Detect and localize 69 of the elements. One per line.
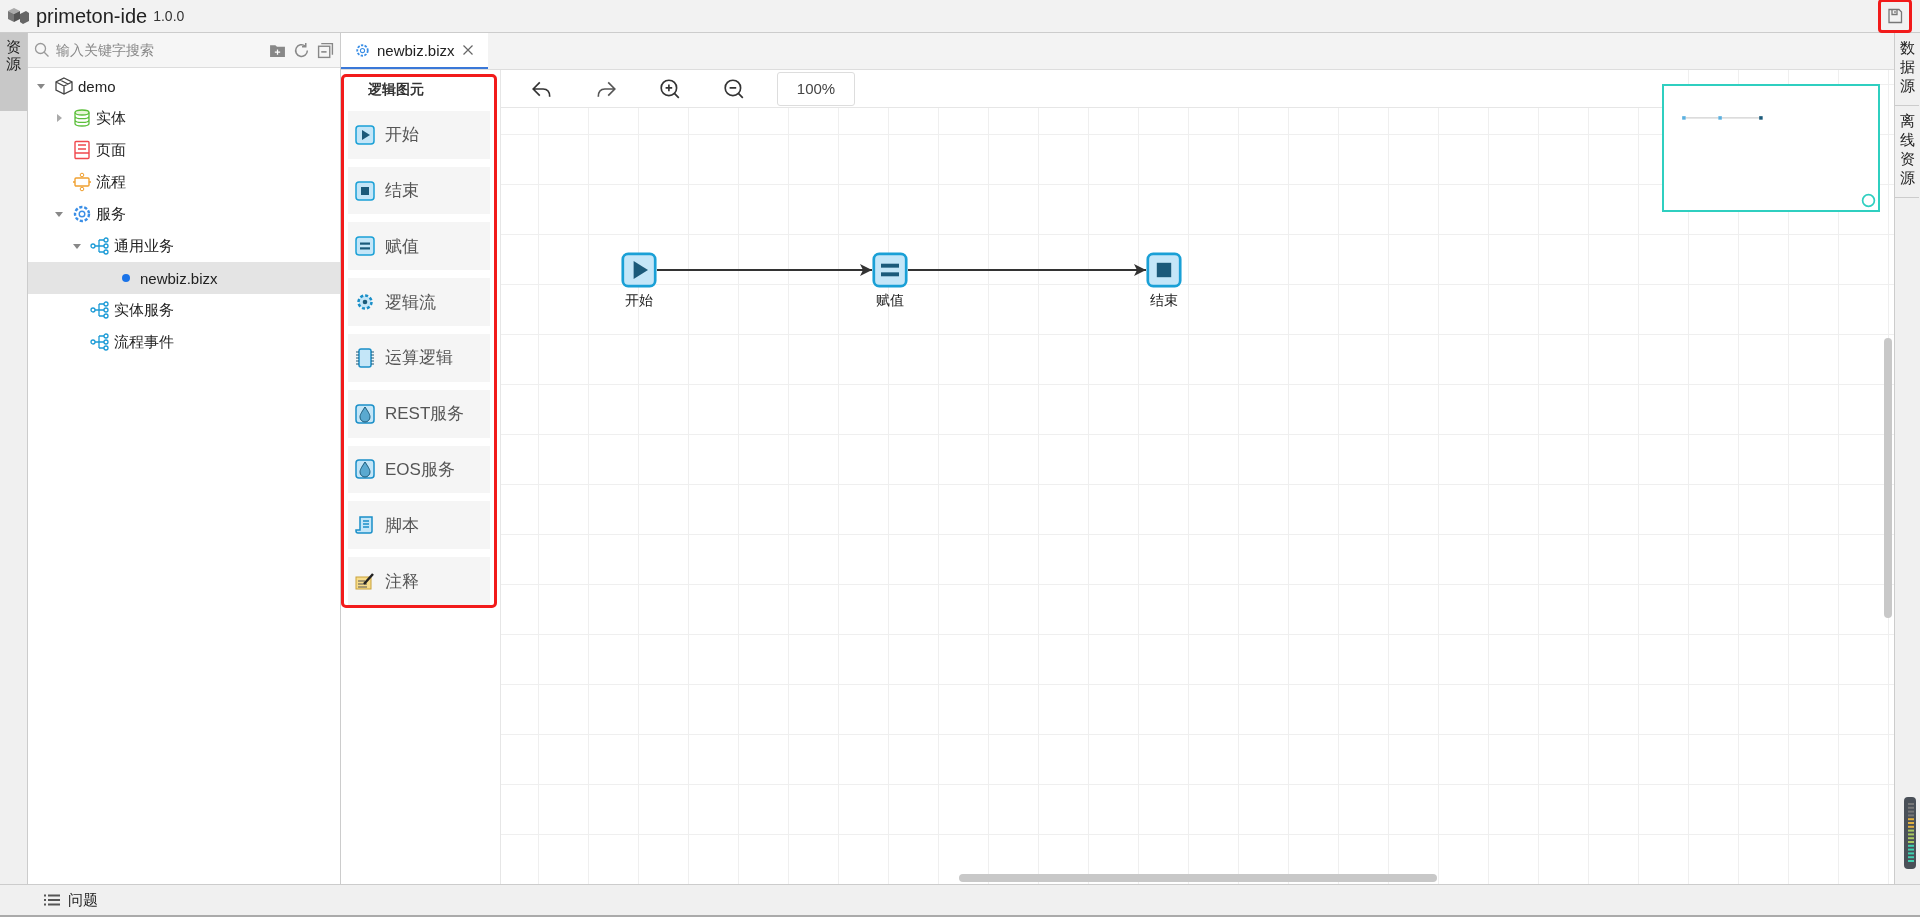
tree-item[interactable]: 实体 <box>28 102 340 134</box>
tree-item[interactable]: 通用业务 <box>28 230 340 262</box>
palette-title: 逻辑图元 <box>367 80 425 99</box>
dot-icon <box>122 274 130 282</box>
resize-handle-icon[interactable] <box>1861 193 1876 208</box>
gear-icon <box>355 42 370 58</box>
app-title: primeton-ide <box>36 4 148 28</box>
problems-label[interactable]: 问题 <box>68 890 98 910</box>
palette-item[interactable]: 赋值 <box>348 222 490 271</box>
cube-icon <box>54 76 74 96</box>
collapse-all-icon[interactable] <box>317 41 334 59</box>
flowchart-icon <box>72 172 92 192</box>
note-pencil-icon <box>355 571 375 592</box>
service-icon <box>355 403 375 424</box>
palette-item[interactable]: EOS服务 <box>348 445 490 494</box>
caret-down-icon[interactable] <box>72 241 82 251</box>
tree-item[interactable]: 流程事件 <box>28 326 340 358</box>
tree-item[interactable]: demo <box>28 70 340 102</box>
node-label: 结束 <box>1150 292 1178 310</box>
service-icon <box>355 459 375 480</box>
caret-down-icon[interactable] <box>36 81 46 91</box>
scrollbar-thumb[interactable] <box>1884 338 1892 618</box>
palette-item[interactable]: 运算逻辑 <box>348 334 490 382</box>
tree-item[interactable]: 页面 <box>28 134 340 166</box>
palette-item[interactable]: 脚本 <box>348 501 490 550</box>
zoom-level-field[interactable]: 100% <box>777 71 855 106</box>
equals-icon <box>355 236 375 257</box>
zoom-out-icon[interactable] <box>723 77 745 100</box>
caret-right-icon[interactable] <box>54 113 64 123</box>
play-icon <box>355 124 375 145</box>
stop-icon <box>1146 252 1182 288</box>
tree-item[interactable]: newbiz.bizx <box>28 262 340 294</box>
search-icon <box>34 42 50 58</box>
database-icon <box>72 108 92 128</box>
caret-down-icon[interactable] <box>54 209 64 219</box>
tree-item[interactable]: 服务 <box>28 198 340 230</box>
gear-icon <box>355 292 375 313</box>
side-tab[interactable]: 资源 <box>0 33 27 111</box>
cubes-logo-icon <box>6 6 30 26</box>
branch-icon <box>90 332 110 352</box>
gear-icon <box>72 204 92 224</box>
palette-item[interactable]: 逻辑流 <box>348 278 490 327</box>
scroll-icon <box>355 515 375 536</box>
page-icon <box>72 140 92 160</box>
palette-item[interactable]: REST服务 <box>348 389 490 438</box>
close-icon[interactable] <box>461 44 474 56</box>
tree-item[interactable]: 流程 <box>28 166 340 198</box>
branch-icon <box>90 300 110 320</box>
equals-icon <box>872 252 908 288</box>
node-label: 开始 <box>625 292 653 310</box>
zoom-in-icon[interactable] <box>659 77 681 100</box>
level-meter-icon <box>1904 797 1916 869</box>
play-icon <box>621 252 657 288</box>
app-version: 1.0.0 <box>153 8 185 24</box>
scrollbar-thumb[interactable] <box>959 874 1437 882</box>
tree-item[interactable]: 实体服务 <box>28 294 340 326</box>
stop-icon <box>355 180 375 201</box>
list-icon <box>44 894 60 906</box>
side-tab[interactable]: 数据源 <box>1895 33 1919 107</box>
side-tab[interactable]: 离线资源 <box>1895 106 1919 199</box>
chip-icon <box>355 347 375 368</box>
save-icon <box>1887 8 1903 24</box>
node-label: 赋值 <box>876 292 904 310</box>
palette-item[interactable]: 结束 <box>348 166 490 215</box>
branch-icon <box>90 236 110 256</box>
palette-item[interactable]: 注释 <box>348 557 490 605</box>
editor-tab[interactable]: newbiz.bizx <box>341 33 488 69</box>
palette-item[interactable]: 开始 <box>348 110 490 159</box>
refresh-icon[interactable] <box>293 41 310 59</box>
